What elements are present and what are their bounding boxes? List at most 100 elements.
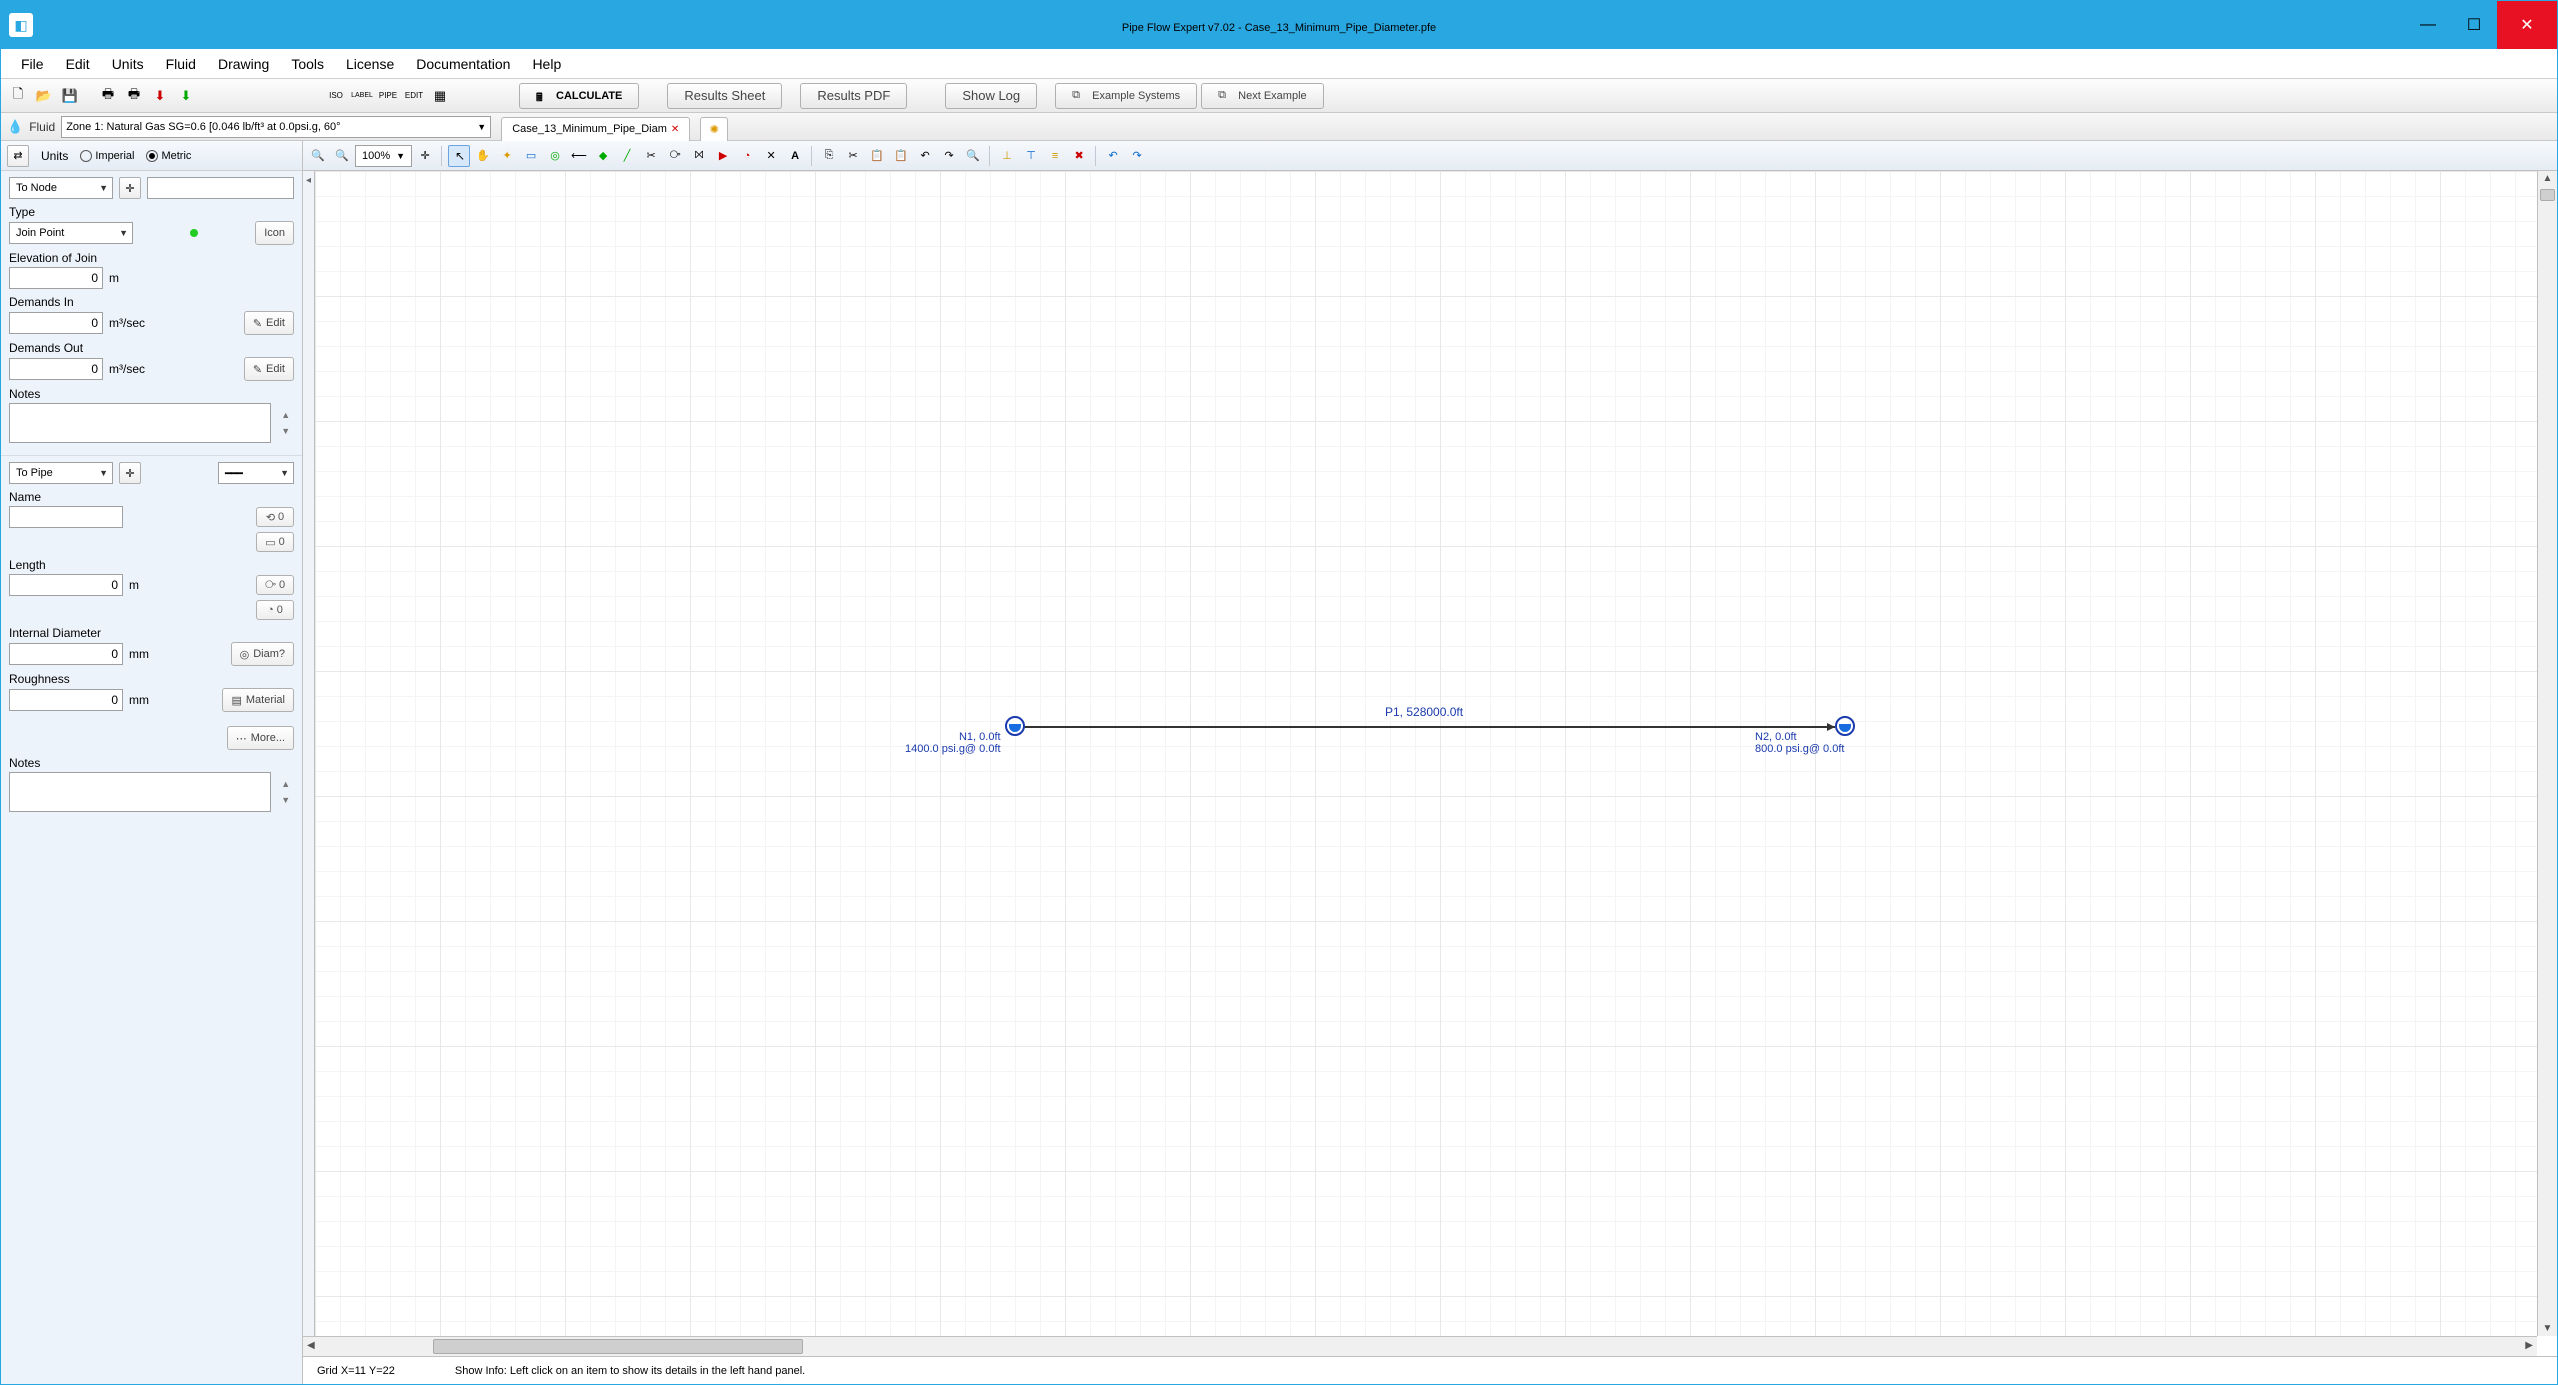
diameter-button[interactable]: ◎Diam? — [231, 642, 294, 666]
menu-license[interactable]: License — [336, 52, 404, 76]
edit-view-icon[interactable]: EDIT — [403, 85, 425, 107]
add-end-tool[interactable]: ⟵ — [568, 145, 590, 167]
metric-radio[interactable]: Metric — [146, 150, 191, 162]
menu-drawing[interactable]: Drawing — [208, 52, 279, 76]
length-input[interactable]: 0 — [9, 574, 123, 596]
iso-view-icon[interactable]: ISO — [325, 85, 347, 107]
roughness-input[interactable]: 0 — [9, 689, 123, 711]
example-systems-button[interactable]: ⧉Example Systems — [1055, 83, 1197, 109]
zoom-in-icon[interactable]: 🔍 — [331, 145, 353, 167]
menu-edit[interactable]: Edit — [56, 52, 100, 76]
zoom-select[interactable]: 100%▼ — [355, 145, 412, 167]
meter-tool[interactable]: ◔ — [736, 145, 758, 167]
new-tab-button[interactable]: ✺ — [700, 117, 728, 141]
cut-icon[interactable]: ✂ — [842, 145, 864, 167]
export-icon[interactable]: ⬇ — [175, 85, 197, 107]
minimize-button[interactable]: — — [2405, 1, 2451, 49]
pump-tool[interactable]: ⧂ — [664, 145, 686, 167]
break-pipe-tool[interactable]: ✂ — [640, 145, 662, 167]
menu-documentation[interactable]: Documentation — [406, 52, 520, 76]
demands-in-edit-button[interactable]: ✎Edit — [244, 311, 294, 335]
elevation-input[interactable]: 0 — [9, 267, 103, 289]
fitting-count-3[interactable]: ⧂0 — [256, 575, 294, 595]
more-button[interactable]: ⋯More... — [227, 726, 294, 750]
scroll-down-arrow-icon[interactable]: ▼ — [2538, 1323, 2557, 1334]
close-tab-icon[interactable]: ✕ — [671, 124, 679, 135]
paste-special-icon[interactable]: 📋 — [890, 145, 912, 167]
notes-scroller[interactable]: ▲▼ — [277, 407, 294, 439]
pointer-tool[interactable]: ↖ — [448, 145, 470, 167]
align-2-icon[interactable]: ⊤ — [1020, 145, 1042, 167]
text-tool[interactable]: A — [784, 145, 806, 167]
pipe-target-icon[interactable]: ✛ — [119, 462, 141, 484]
scroll-up-arrow-icon[interactable]: ▲ — [2538, 173, 2557, 184]
node-n1[interactable] — [1005, 716, 1025, 736]
add-reservoir-tool[interactable]: ◎ — [544, 145, 566, 167]
panel-collapse-handle[interactable]: ◂ — [303, 171, 315, 1336]
print-icon[interactable]: 🖶 — [97, 85, 119, 107]
imperial-radio[interactable]: Imperial — [80, 150, 134, 162]
notes-scroller[interactable]: ▲▼ — [277, 776, 294, 808]
label-view-icon[interactable]: LABEL — [351, 85, 373, 107]
paste-icon[interactable]: 📋 — [866, 145, 888, 167]
results-sheet-button[interactable]: Results Sheet — [667, 83, 782, 109]
print-options-icon[interactable]: 🖶 — [123, 85, 145, 107]
fitting-count-4[interactable]: ◔0 — [256, 600, 294, 620]
demands-out-input[interactable]: 0 — [9, 358, 103, 380]
rotate-left-icon[interactable]: ↶ — [914, 145, 936, 167]
show-log-button[interactable]: Show Log — [945, 83, 1037, 109]
zoom-fit-icon[interactable]: ✛ — [414, 145, 436, 167]
copy-icon[interactable]: ⎘ — [818, 145, 840, 167]
node-id-input[interactable] — [147, 177, 294, 199]
demands-out-edit-button[interactable]: ✎Edit — [244, 357, 294, 381]
vertical-scrollbar[interactable]: ▲ ▼ — [2537, 171, 2557, 1336]
document-tab[interactable]: Case_13_Minimum_Pipe_Diam ✕ — [501, 117, 690, 141]
scroll-left-arrow-icon[interactable]: ◀ — [307, 1340, 315, 1351]
pipe-view-icon[interactable]: PIPE — [377, 85, 399, 107]
node-type-select[interactable]: Join Point▼ — [9, 222, 133, 244]
sprinkler-tool[interactable]: ✕ — [760, 145, 782, 167]
menu-tools[interactable]: Tools — [281, 52, 334, 76]
fitting-count-2[interactable]: ▭0 — [256, 532, 294, 552]
internal-diameter-input[interactable]: 0 — [9, 643, 123, 665]
new-file-icon[interactable]: 🗋 — [7, 85, 29, 107]
delete-icon[interactable]: ✖ — [1068, 145, 1090, 167]
demands-in-input[interactable]: 0 — [9, 312, 103, 334]
align-1-icon[interactable]: ⊥ — [996, 145, 1018, 167]
export-pdf-icon[interactable]: ⬇ — [149, 85, 171, 107]
fitting-count-1[interactable]: ⟲0 — [256, 507, 294, 527]
close-button[interactable]: ✕ — [2497, 1, 2557, 49]
undo-icon[interactable]: ↶ — [1102, 145, 1124, 167]
add-point-tool[interactable]: ◆ — [592, 145, 614, 167]
add-tank-tool[interactable]: ▭ — [520, 145, 542, 167]
pipe-notes-input[interactable] — [9, 772, 271, 812]
valve-tool[interactable]: ⨝ — [688, 145, 710, 167]
zoom-out-icon[interactable]: 🔍 — [307, 145, 329, 167]
rotate-right-icon[interactable]: ↷ — [938, 145, 960, 167]
pipe-pattern-select[interactable]: ━━━▼ — [218, 462, 294, 484]
next-example-button[interactable]: ⧉Next Example — [1201, 83, 1323, 109]
hscroll-thumb[interactable] — [433, 1339, 803, 1354]
pan-tool[interactable]: ✋ — [472, 145, 494, 167]
menu-help[interactable]: Help — [522, 52, 571, 76]
draw-pipe-tool[interactable]: ╱ — [616, 145, 638, 167]
material-button[interactable]: ▤Material — [222, 688, 294, 712]
menu-units[interactable]: Units — [102, 52, 154, 76]
scroll-right-arrow-icon[interactable]: ▶ — [2525, 1340, 2533, 1351]
pipe-selector[interactable]: To Pipe▼ — [9, 462, 113, 484]
pipe-p1[interactable] — [1015, 726, 1835, 728]
vscroll-thumb[interactable] — [2540, 189, 2555, 201]
save-file-icon[interactable]: 💾 — [59, 85, 81, 107]
find-icon[interactable]: 🔍 — [962, 145, 984, 167]
results-pdf-button[interactable]: Results PDF — [800, 83, 907, 109]
node-target-icon[interactable]: ✛ — [119, 177, 141, 199]
redo-icon[interactable]: ↷ — [1126, 145, 1148, 167]
horizontal-scrollbar[interactable]: ◀ ▶ — [303, 1336, 2537, 1356]
add-node-tool[interactable]: ✦ — [496, 145, 518, 167]
calculate-button[interactable]: 🖩CALCULATE — [519, 83, 639, 109]
open-file-icon[interactable]: 📂 — [33, 85, 55, 107]
pipe-name-input[interactable] — [9, 506, 123, 528]
node-notes-input[interactable] — [9, 403, 271, 443]
maximize-button[interactable]: ☐ — [2451, 1, 2497, 49]
align-3-icon[interactable]: ≡ — [1044, 145, 1066, 167]
